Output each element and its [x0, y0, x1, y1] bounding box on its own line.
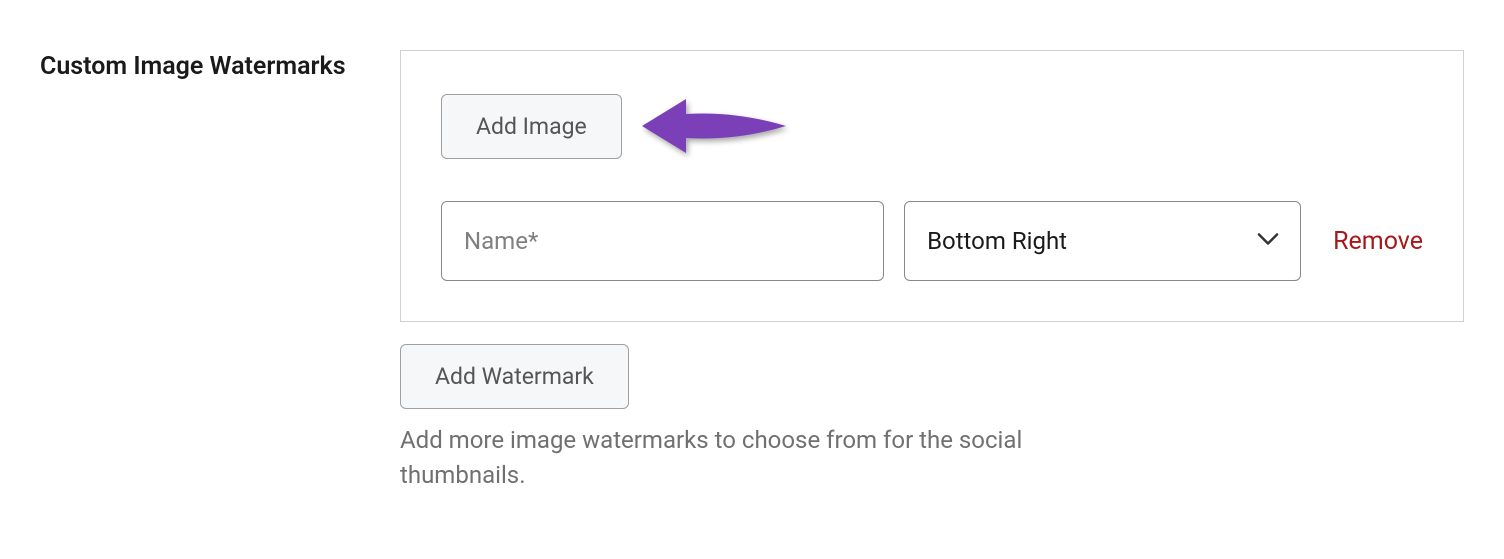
arrow-left-icon	[636, 91, 796, 161]
help-text: Add more image watermarks to choose from…	[400, 423, 1080, 493]
add-watermark-button[interactable]: Add Watermark	[400, 344, 629, 409]
section-label: Custom Image Watermarks	[40, 50, 380, 84]
add-image-button[interactable]: Add Image	[441, 94, 622, 159]
watermark-position-select[interactable]: Bottom Right	[904, 201, 1301, 281]
remove-watermark-link[interactable]: Remove	[1333, 227, 1423, 256]
watermark-name-input[interactable]	[441, 201, 884, 281]
watermark-entry: Add Image Bottom Right	[400, 50, 1464, 322]
